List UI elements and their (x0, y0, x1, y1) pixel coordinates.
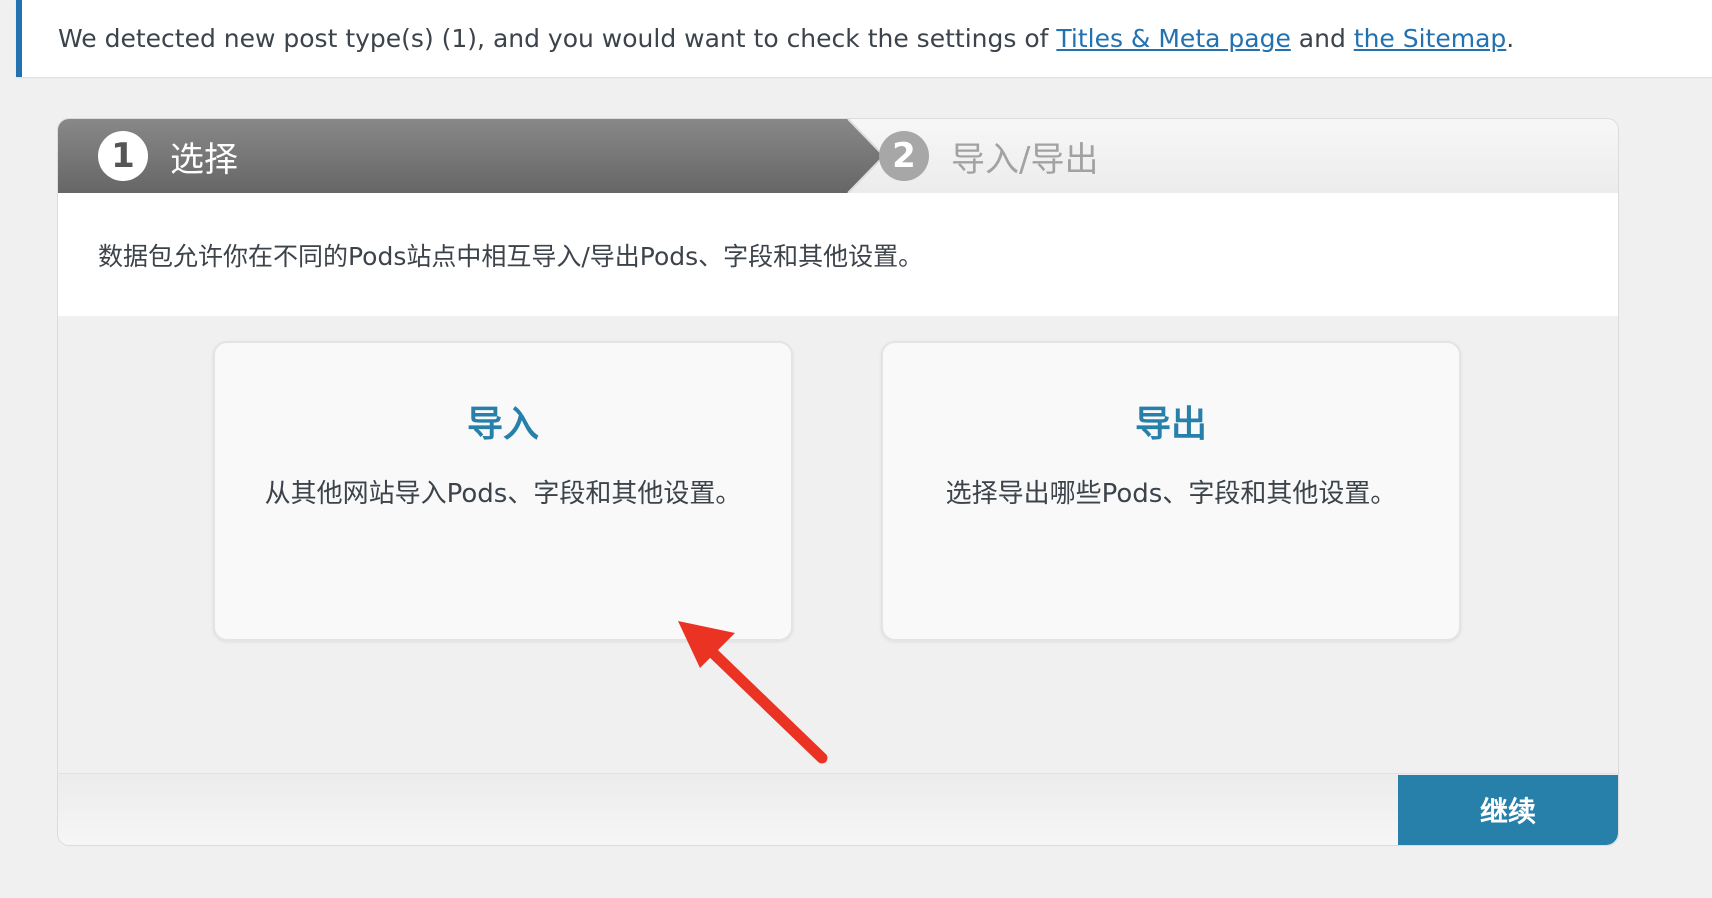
intro-text: 数据包允许你在不同的Pods站点中相互导入/导出Pods、字段和其他设置。 (58, 193, 1618, 316)
wizard-footer: 继续 (58, 773, 1618, 845)
step-label-select: 选择 (170, 139, 238, 180)
step-select[interactable]: 1 选择 (98, 119, 238, 193)
import-description: 从其他网站导入Pods、字段和其他设置。 (264, 479, 742, 509)
export-option-card[interactable]: 导出 选择导出哪些Pods、字段和其他设置。 (881, 341, 1461, 641)
import-option-card[interactable]: 导入 从其他网站导入Pods、字段和其他设置。 (213, 341, 793, 641)
export-title: 导出 (1134, 404, 1207, 445)
step-number-2: 2 (879, 131, 929, 181)
packages-wizard: 1 选择 2 导入/导出 数据包允许你在不同的Pods站点中相互导入/导出Pod… (57, 118, 1619, 846)
notice-text-end: . (1506, 24, 1515, 53)
notice-text: We detected new post type(s) (1), and yo… (58, 24, 1057, 53)
notice-text-middle: and (1290, 24, 1354, 53)
step-label-import-export: 导入/导出 (951, 139, 1099, 180)
export-description: 选择导出哪些Pods、字段和其他设置。 (945, 479, 1397, 509)
import-title: 导入 (466, 404, 539, 445)
step-import-export[interactable]: 2 导入/导出 (879, 119, 1098, 193)
titles-meta-link[interactable]: Titles & Meta page (1056, 24, 1290, 53)
admin-notice: We detected new post type(s) (1), and yo… (16, 0, 1712, 77)
continue-button[interactable]: 继续 (1398, 775, 1618, 845)
sitemap-link[interactable]: the Sitemap (1354, 24, 1507, 53)
step-number-1: 1 (98, 131, 148, 181)
wizard-steps: 1 选择 2 导入/导出 (58, 119, 1618, 193)
